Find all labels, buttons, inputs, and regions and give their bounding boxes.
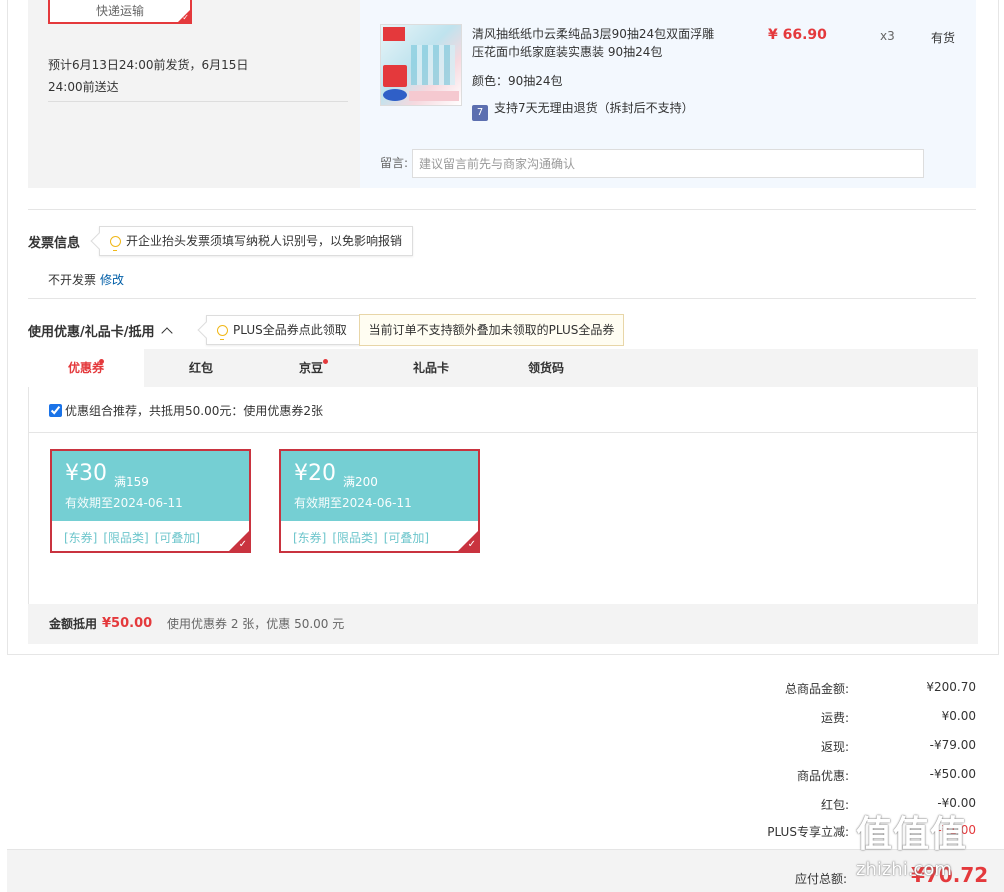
invoice-section-title: 发票信息 [28,236,81,251]
product-title[interactable]: 清风抽纸纸巾云柔纯品3层90抽24包双面浮雕压花面巾纸家庭装实惠装 90抽24包 [472,25,717,61]
deduction-value: ¥50.00 [102,616,153,631]
shipping-method-label: 快递运输 [95,4,144,18]
new-dot-icon [323,359,328,364]
lightbulb-icon [110,236,121,251]
tab-label: 领货码 [527,361,564,375]
invoice-tip: 开企业抬头发票须填写纳税人识别号，以免影响报销 [90,226,413,256]
deduction-bar: 金额抵用 ¥50.00 使用优惠券 2 张，优惠 50.00 元 [28,604,978,644]
shipping-method-option[interactable]: 快递运输 ✓ [48,0,192,24]
summary-row: 返现: -¥79.00 [700,738,976,758]
plus-coupon-tip-text: PLUS全品券点此领取 [233,323,347,337]
coupon-card[interactable]: ¥20 满200 有效期至2024-06-11 [东券] [限品类] [可叠加] ✓ [279,449,480,553]
invoice-status-text: 不开发票 [48,273,97,287]
deduction-label: 金额抵用 [49,617,98,631]
summary-value: ¥0.00 [941,709,976,723]
return-policy-text: 支持7天无理由退货（拆封后不支持） [494,101,694,115]
summary-value: ¥200.70 [926,680,976,694]
discount-section-toggle[interactable]: 使用优惠/礼品卡/抵用 [28,321,173,340]
product-image[interactable] [380,24,462,106]
summary-row: 商品优惠: -¥50.00 [700,767,976,787]
message-input[interactable] [412,149,924,178]
watermark: 值值值 zhizhi.com [856,805,1004,891]
coupon-validity: 有效期至2024-06-11 [65,496,183,510]
invoice-edit-link[interactable]: 修改 [100,273,124,287]
coupon-tag: [限品类] [103,531,149,545]
divider [48,101,348,102]
coupon-condition: 满159 [114,475,149,489]
invoice-tip-text: 开企业抬头发票须填写纳税人识别号，以免影响报销 [126,234,403,248]
tab-gift-card[interactable]: 礼品卡 [374,349,488,387]
divider [28,209,976,210]
summary-label: 运费: [820,711,849,725]
plus-coupon-warning: 当前订单不支持额外叠加未领取的PLUS全品券 [359,314,624,346]
deduction-desc: 使用优惠券 2 张，优惠 50.00 元 [167,617,345,631]
message-label: 留言: [380,156,409,170]
payable-label: 应付总额: [795,872,848,886]
summary-row: 总商品金额: ¥200.70 [700,680,976,700]
delivery-estimate: 预计6月13日24:00前发货，6月15日 24:00前送达 [48,54,308,98]
combo-checkbox[interactable] [49,404,62,417]
check-icon: ✓ [238,539,247,550]
coupon-tag: [可叠加] [154,531,201,545]
summary-value: -¥79.00 [929,738,976,752]
coupon-amount: ¥30 [65,461,107,486]
tab-jingdou[interactable]: 京豆 [258,349,364,387]
tab-redeem-code[interactable]: 领货码 [488,349,604,387]
stock-status: 有货 [931,31,956,45]
watermark-site: zhizhi.com [856,859,952,880]
product-price: ¥ 66.90 [768,27,827,43]
summary-label: 返现: [820,740,849,754]
new-dot-icon [99,359,104,364]
coupon-card[interactable]: ¥30 满159 有效期至2024-06-11 [东券] [限品类] [可叠加] ✓ [50,449,251,553]
delivery-estimate-line1: 预计6月13日24:00前发货，6月15日 [48,58,249,72]
coupon-condition: 满200 [343,475,378,489]
divider [28,298,976,299]
combo-recommend[interactable]: 优惠组合推荐，共抵用50.00元：使用优惠券2张 [49,402,323,419]
watermark-logo: 值值值 [856,814,968,855]
summary-label: 商品优惠: [796,769,849,783]
coupon-tags: [东券] [限品类] [可叠加] [64,529,206,546]
coupon-tags: [东券] [限品类] [可叠加] [293,529,435,546]
tab-red-packet[interactable]: 红包 [144,349,258,387]
product-spec: 颜色：90抽24包 [472,74,563,88]
coupon-tag: [东券] [293,531,327,545]
summary-label: PLUS专享立减: [767,825,849,839]
summary-row: 运费: ¥0.00 [700,709,976,729]
product-quantity: x3 [880,29,895,43]
check-icon: ✓ [467,539,476,550]
delivery-estimate-line2: 24:00前送达 [48,80,119,94]
summary-label: 总商品金额: [784,682,849,696]
check-icon: ✓ [182,13,189,22]
combo-text: 优惠组合推荐，共抵用50.00元：使用优惠券2张 [65,404,323,418]
summary-label: 红包: [820,798,849,812]
plus-coupon-tip[interactable]: PLUS全品券点此领取 [197,315,360,345]
tab-label: 礼品卡 [412,361,449,375]
invoice-status: 不开发票 修改 [48,271,124,288]
summary-value: -¥50.00 [929,767,976,781]
payable-bar: 应付总额: ¥70.72 [7,849,1004,892]
tab-label: 京豆 [298,361,323,375]
lightbulb-icon [217,325,228,340]
return-7day-icon: 7 [472,105,488,121]
tab-coupons[interactable]: 优惠券 [28,349,144,387]
return-policy: 7 支持7天无理由退货（拆封后不支持） [472,99,694,121]
coupon-amount: ¥20 [294,461,336,486]
divider [28,432,978,433]
coupon-tag: [限品类] [332,531,378,545]
coupon-tag: [东券] [64,531,98,545]
tab-label: 红包 [188,361,213,375]
discount-section-title: 使用优惠/礼品卡/抵用 [28,325,155,340]
coupon-tag: [可叠加] [383,531,430,545]
coupon-validity: 有效期至2024-06-11 [294,496,412,510]
chevron-up-icon [160,327,173,339]
